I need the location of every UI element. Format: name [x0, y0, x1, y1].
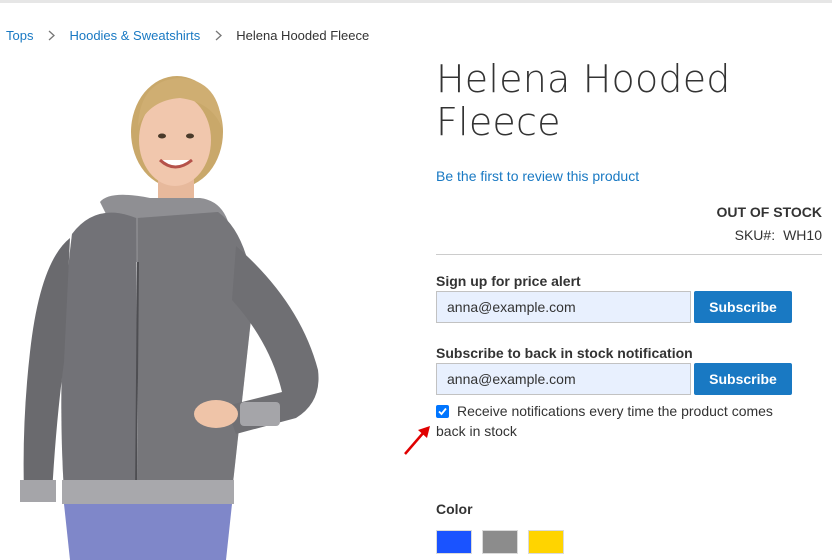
price-alert-label: Sign up for price alert: [436, 273, 581, 289]
chevron-right-icon: [33, 30, 69, 42]
stock-alert-subscribe-button[interactable]: Subscribe: [694, 363, 792, 395]
product-title: Helena Hooded Fleece: [436, 57, 731, 144]
annotation-arrow-icon: [404, 426, 430, 455]
breadcrumb: Tops Hoodies & Sweatshirts Helena Hooded…: [6, 28, 369, 43]
product-info: Helena Hooded Fleece Be the first to rev…: [436, 57, 822, 439]
stock-alert-label: Subscribe to back in stock notification: [436, 345, 693, 361]
breadcrumb-link-hoodies[interactable]: Hoodies & Sweatshirts: [69, 28, 200, 43]
chevron-right-icon: [200, 30, 236, 42]
color-swatches: [436, 530, 574, 554]
checkmark-icon: [438, 407, 447, 416]
color-label: Color: [436, 501, 473, 517]
sku-label: SKU#:: [734, 227, 776, 243]
notify-option: Receive notifications every time the pro…: [436, 401, 806, 441]
color-swatch-yellow[interactable]: [528, 530, 564, 554]
top-border: [0, 0, 832, 3]
price-alert-email-input[interactable]: [436, 291, 691, 323]
divider: [436, 254, 822, 255]
review-link[interactable]: Be the first to review this product: [436, 168, 639, 184]
product-image[interactable]: [0, 62, 420, 560]
color-swatch-gray[interactable]: [482, 530, 518, 554]
stock-status: OUT OF STOCK: [716, 204, 822, 220]
notify-checkbox[interactable]: [436, 405, 449, 418]
notify-checkbox-label: Receive notifications every time the pro…: [436, 403, 773, 439]
color-swatch-blue[interactable]: [436, 530, 472, 554]
stock-alert-email-input[interactable]: [436, 363, 691, 395]
price-alert-subscribe-button[interactable]: Subscribe: [694, 291, 792, 323]
sku: SKU#: WH10: [735, 227, 822, 243]
sku-value: WH10: [783, 227, 822, 243]
breadcrumb-current: Helena Hooded Fleece: [236, 28, 370, 43]
breadcrumb-link-tops[interactable]: Tops: [6, 28, 33, 43]
